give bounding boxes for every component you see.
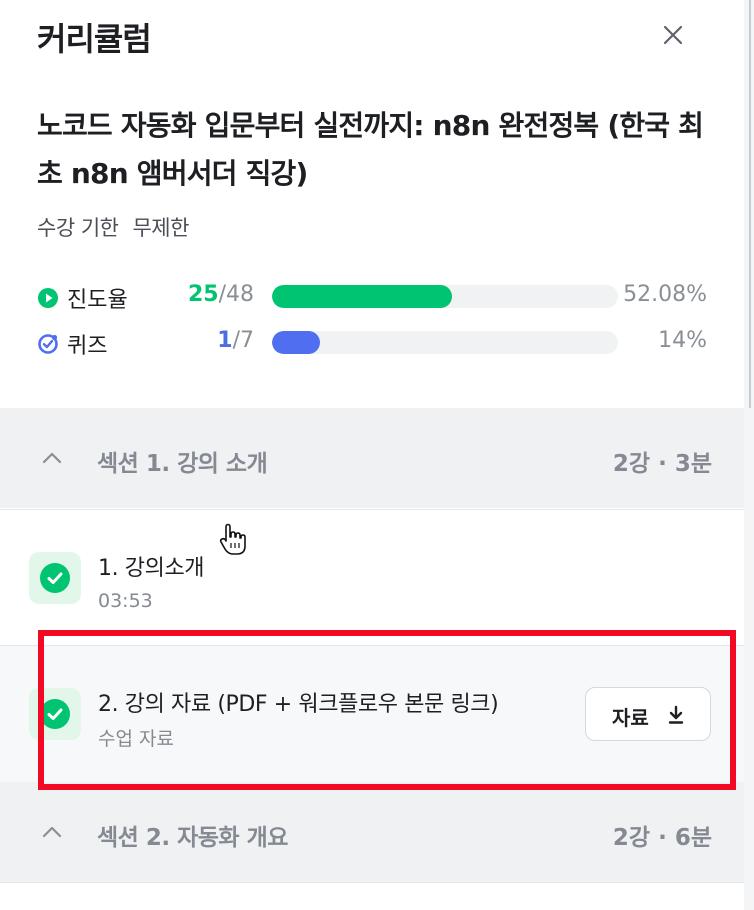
section-title: 섹션 1. 강의 소개 [97, 451, 268, 477]
quiz-stat: 퀴즈 1/7 14% [37, 328, 707, 359]
chevron-up-icon[interactable] [40, 448, 64, 468]
material-button-label: 자료 [612, 706, 649, 730]
period-label: 수강 기한 [37, 216, 119, 240]
section-title: 섹션 2. 자동화 개요 [97, 825, 288, 851]
quiz-total: /7 [232, 328, 254, 353]
completed-badge [29, 688, 81, 740]
section-meta: 2강 · 6분 [612, 825, 712, 851]
panel-title: 커리큘럼 [37, 20, 152, 58]
close-button[interactable] [656, 18, 690, 52]
quiz-percent: 14% [658, 328, 707, 353]
quiz-label: 퀴즈 [67, 334, 108, 359]
quiz-bar [272, 331, 618, 354]
chevron-up-icon[interactable] [40, 822, 64, 842]
period-value: 무제한 [132, 216, 189, 240]
section-meta: 2강 · 3분 [612, 451, 712, 477]
quiz-done: 1 [217, 328, 233, 353]
progress-stat: 진도율 25/48 52.08% [37, 282, 707, 313]
quiz-check-icon [38, 334, 58, 354]
play-circle-icon [38, 288, 58, 308]
lesson-title: 2. 강의 자료 (PDF + 워크플로우 본문 링크) [98, 692, 499, 717]
progress-percent: 52.08% [623, 282, 707, 307]
download-icon [668, 705, 684, 724]
lesson-item[interactable]: 2. 강의 자료 (PDF + 워크플로우 본문 링크) 수업 자료 자료 [0, 645, 744, 782]
section-header-2[interactable]: 섹션 2. 자동화 개요 2강 · 6분 [0, 782, 744, 882]
progress-count: 25/48 [188, 282, 254, 307]
progress-total: /48 [218, 282, 254, 307]
completed-badge [29, 552, 81, 604]
close-icon[interactable] [656, 18, 690, 52]
curriculum-panel: 커리큘럼 노코드 자동화 입문부터 실전까지: n8n 완전정복 (한국 최초 … [0, 0, 744, 910]
divider [0, 882, 744, 883]
lesson-title: 1. 강의소개 [98, 556, 205, 581]
lesson-item[interactable]: 1. 강의소개 03:53 [0, 509, 744, 645]
quiz-bar-fill [272, 331, 321, 354]
course-period: 수강 기한 무제한 [37, 212, 189, 242]
progress-bar-fill [272, 285, 453, 308]
material-download-button[interactable]: 자료 [585, 687, 711, 741]
scrollbar-thumb[interactable] [749, 0, 751, 408]
section-header-1[interactable]: 섹션 1. 강의 소개 2강 · 3분 [0, 408, 744, 508]
lesson-type: 수업 자료 [98, 728, 174, 750]
progress-label: 진도율 [67, 288, 128, 313]
lesson-duration: 03:53 [98, 590, 153, 612]
check-icon [47, 572, 63, 584]
check-icon [47, 708, 63, 720]
progress-done: 25 [187, 282, 219, 307]
quiz-count: 1/7 [217, 328, 254, 353]
progress-bar [272, 285, 618, 308]
course-title: 노코드 자동화 입문부터 실전까지: n8n 완전정복 (한국 최초 n8n 앰… [37, 109, 704, 190]
